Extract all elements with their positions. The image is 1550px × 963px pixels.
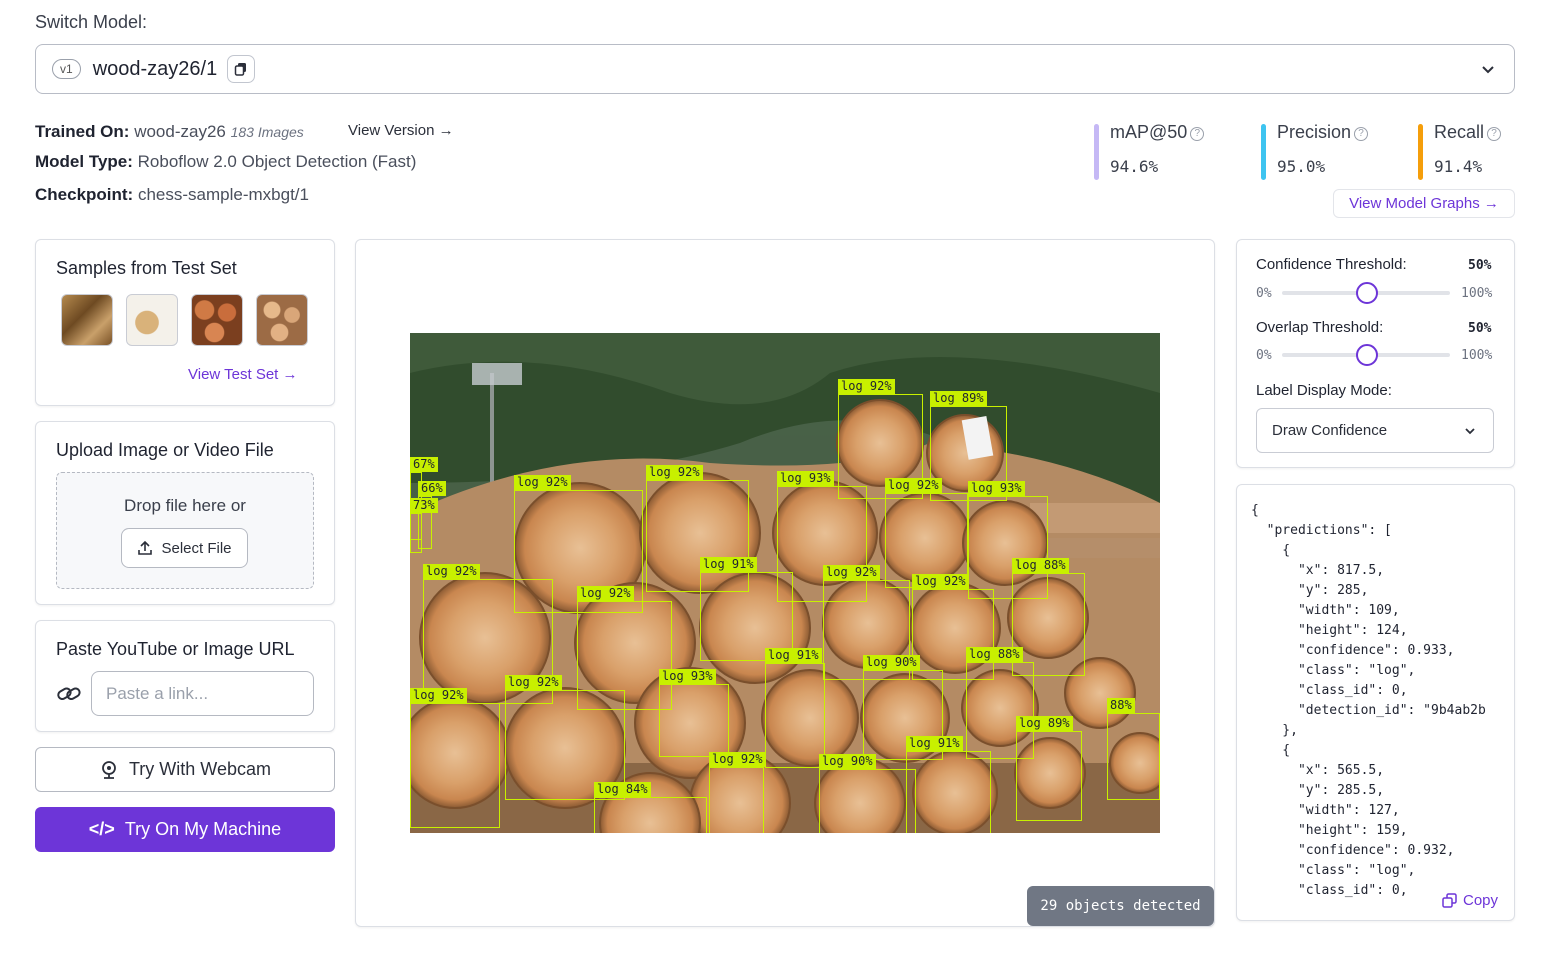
view-version-link[interactable]: View Version → (348, 122, 454, 139)
confidence-max: 100% (1461, 286, 1493, 301)
checkpoint: Checkpoint: chess-sample-mxbgt/1 (35, 185, 309, 204)
detection-label: log 92% (577, 586, 634, 601)
detection-label: log 92% (410, 688, 467, 703)
detection-box: 73% (410, 498, 438, 553)
detection-box: log 88% (1012, 558, 1085, 676)
copy-icon (1442, 893, 1457, 908)
metric-bar (1418, 124, 1423, 180)
try-webcam-button[interactable]: Try With Webcam (35, 747, 335, 792)
detection-label: log 88% (966, 647, 1023, 662)
version-badge: v1 (52, 59, 81, 79)
detection-label: log 93% (659, 669, 716, 684)
url-title: Paste YouTube or Image URL (56, 639, 295, 659)
detection-box: log 93% (659, 669, 729, 757)
chevron-down-icon (1482, 66, 1494, 74)
help-icon[interactable]: ? (1487, 127, 1502, 141)
metric-bar (1261, 124, 1266, 180)
detection-box: 88% (1107, 698, 1160, 800)
detection-label: log 92% (646, 465, 703, 480)
arrow-right-icon: → (438, 122, 454, 139)
detection-label: log 90% (863, 655, 920, 670)
detection-label: log 92% (514, 475, 571, 490)
help-icon[interactable]: ? (1190, 127, 1205, 141)
view-model-graphs-button[interactable]: View Model Graphs → (1333, 189, 1515, 218)
url-input[interactable]: Paste a link... (91, 671, 314, 716)
json-output: { "predictions": [ { "x": 817.5, "y": 28… (1251, 503, 1486, 898)
detection-label: 88% (1107, 698, 1135, 713)
copy-json-button[interactable]: Copy (1438, 890, 1501, 911)
detection-box: log 91% (765, 648, 825, 768)
detection-box: log 91% (906, 736, 991, 833)
detection-box: log 92% (709, 752, 766, 833)
code-icon: </> (88, 819, 115, 839)
trained-on: Trained On: wood-zay26 183 Images (35, 122, 304, 141)
webcam-icon (102, 760, 116, 779)
detection-label: log 92% (709, 752, 766, 767)
overlap-max: 100% (1461, 348, 1493, 363)
drop-text: Drop file here or (124, 496, 246, 515)
confidence-slider-handle[interactable] (1356, 282, 1378, 304)
arrow-right-icon: → (282, 366, 298, 383)
detection-label: log 91% (700, 557, 757, 572)
model-name: wood-zay26/1 (92, 57, 218, 80)
upload-title: Upload Image or Video File (56, 440, 274, 460)
detection-label: log 84% (594, 782, 651, 797)
objects-detected-badge: 29 objects detected (1027, 886, 1214, 926)
confidence-min: 0% (1256, 286, 1272, 301)
confidence-value: 50% (1468, 258, 1492, 273)
detection-label: log 91% (906, 736, 963, 751)
detection-box: log 90% (819, 754, 916, 833)
detection-label: log 93% (968, 481, 1025, 496)
detection-label: 66% (418, 481, 446, 496)
sample-thumbnail[interactable] (191, 294, 243, 346)
detection-label: log 91% (765, 648, 822, 663)
display-mode-select[interactable]: Draw Confidence (1256, 408, 1494, 453)
metric-bar (1094, 124, 1099, 180)
detection-label: log 92% (505, 675, 562, 690)
link-icon (57, 687, 81, 700)
switch-model-label: Switch Model: (35, 12, 148, 32)
arrow-right-icon: → (1483, 195, 1499, 212)
select-file-button[interactable]: Select File (121, 528, 248, 568)
chevron-down-icon (1465, 427, 1475, 434)
copy-icon (234, 63, 247, 76)
overlap-min: 0% (1256, 348, 1272, 363)
detection-label: log 92% (423, 564, 480, 579)
detection-label: log 92% (838, 379, 895, 394)
view-test-set-link[interactable]: View Test Set → (188, 366, 298, 383)
model-type: Model Type: Roboflow 2.0 Object Detectio… (35, 152, 417, 171)
json-output-scroll[interactable]: { "predictions": [ { "x": 817.5, "y": 28… (1236, 484, 1515, 921)
overlap-slider-handle[interactable] (1356, 344, 1378, 366)
overlap-label: Overlap Threshold: (1256, 319, 1384, 336)
detection-label: log 88% (1012, 558, 1069, 573)
detection-label: log 92% (823, 565, 880, 580)
help-icon[interactable]: ? (1354, 127, 1369, 141)
model-select[interactable]: v1 wood-zay26/1 (35, 44, 1515, 94)
detection-label: 73% (410, 498, 438, 513)
overlap-value: 50% (1468, 321, 1492, 336)
detection-label: log 92% (885, 478, 942, 493)
sample-thumbnail[interactable] (256, 294, 308, 346)
sample-thumbnail[interactable] (61, 294, 113, 346)
try-on-my-machine-button[interactable]: </> Try On My Machine (35, 807, 335, 852)
confidence-label: Confidence Threshold: (1256, 256, 1407, 273)
detection-label: log 93% (777, 471, 834, 486)
samples-title: Samples from Test Set (56, 258, 237, 278)
detection-label: log 89% (930, 391, 987, 406)
sample-thumbnail[interactable] (126, 294, 178, 346)
detection-box: log 89% (1016, 716, 1082, 821)
detection-box: log 92% (410, 688, 500, 828)
detection-box: log 84% (594, 782, 707, 833)
upload-icon (138, 540, 153, 555)
detection-label: log 90% (819, 754, 876, 769)
detection-label: log 89% (1016, 716, 1073, 731)
display-mode-label: Label Display Mode: (1256, 382, 1392, 399)
detection-label: log 92% (912, 574, 969, 589)
detections-overlay: log 92% log 89% 67% 66% 73% log 92% log 92% log… (410, 333, 1160, 833)
detection-label: 67% (410, 457, 438, 472)
copy-model-id-button[interactable] (227, 55, 256, 83)
